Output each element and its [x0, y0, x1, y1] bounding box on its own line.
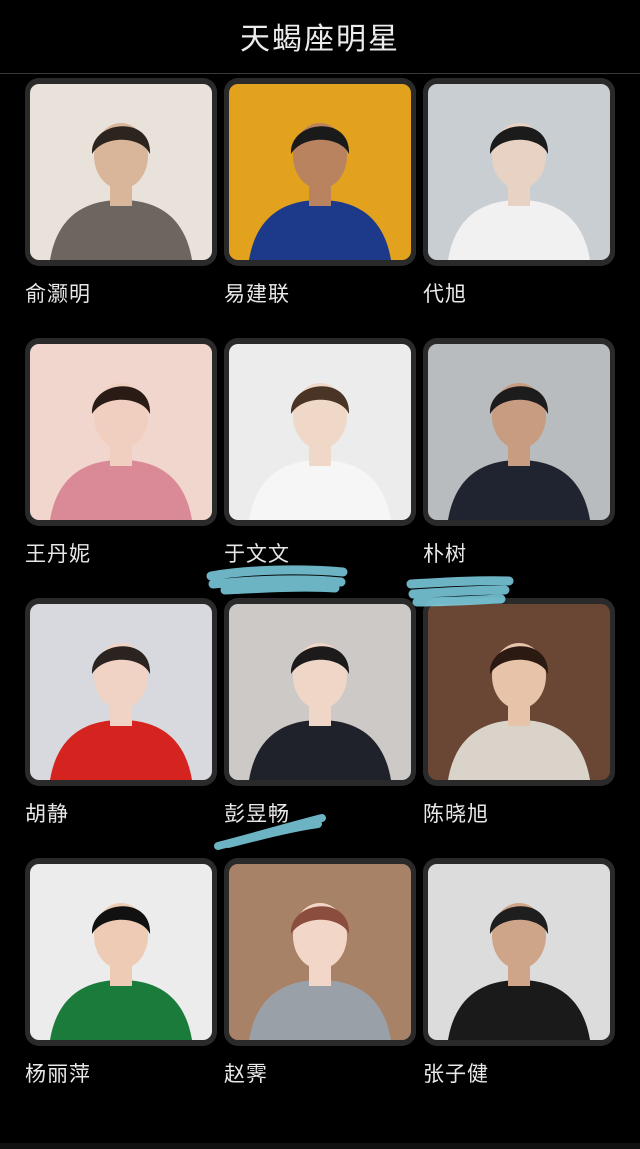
celebrity-name: 俞灏明	[25, 282, 91, 306]
celebrity-photo	[229, 604, 411, 780]
portrait-image	[229, 84, 411, 260]
photo-frame	[224, 338, 416, 526]
celebrity-photo	[428, 864, 610, 1040]
celebrity-name: 朴树	[423, 542, 467, 566]
celebrity-photo	[428, 604, 610, 780]
photo-frame	[25, 338, 217, 526]
celebrity-name: 杨丽萍	[25, 1062, 91, 1086]
celebrity-name: 张子健	[423, 1062, 489, 1086]
celebrity-photo	[428, 344, 610, 520]
bottom-edge	[0, 1143, 640, 1149]
celebrity-name: 代旭	[423, 282, 467, 306]
celebrity-name: 王丹妮	[25, 542, 91, 566]
celebrity-name: 赵霁	[224, 1062, 268, 1086]
photo-frame	[224, 858, 416, 1046]
celebrity-photo	[428, 84, 610, 260]
photo-frame	[423, 78, 615, 266]
photo-frame	[25, 78, 217, 266]
photo-frame	[423, 598, 615, 786]
portrait-image	[229, 604, 411, 780]
celebrity-name: 易建联	[224, 282, 290, 306]
portrait-image	[229, 344, 411, 520]
celebrity-photo	[30, 344, 212, 520]
photo-frame	[423, 858, 615, 1046]
celebrity-name: 胡静	[25, 802, 69, 826]
celebrity-photo	[30, 84, 212, 260]
marker-scribble	[206, 565, 348, 595]
portrait-image	[30, 344, 212, 520]
celebrity-photo	[30, 604, 212, 780]
marker-scribble	[214, 814, 326, 850]
portrait-image	[30, 84, 212, 260]
celebrity-photo	[229, 864, 411, 1040]
portrait-image	[30, 864, 212, 1040]
portrait-image	[30, 604, 212, 780]
photo-frame	[25, 858, 217, 1046]
photo-frame	[224, 78, 416, 266]
portrait-image	[428, 84, 610, 260]
celebrity-name: 陈晓旭	[423, 802, 489, 826]
portrait-image	[428, 864, 610, 1040]
marker-scribble	[406, 576, 514, 607]
page-title: 天蝎座明星	[240, 22, 400, 57]
photo-frame	[224, 598, 416, 786]
portrait-image	[229, 864, 411, 1040]
app-header: 天蝎座明星	[0, 0, 640, 74]
celebrity-photo	[229, 344, 411, 520]
portrait-image	[428, 604, 610, 780]
celebrity-photo	[229, 84, 411, 260]
celebrity-photo	[30, 864, 212, 1040]
portrait-image	[428, 344, 610, 520]
photo-frame	[423, 338, 615, 526]
photo-frame	[25, 598, 217, 786]
